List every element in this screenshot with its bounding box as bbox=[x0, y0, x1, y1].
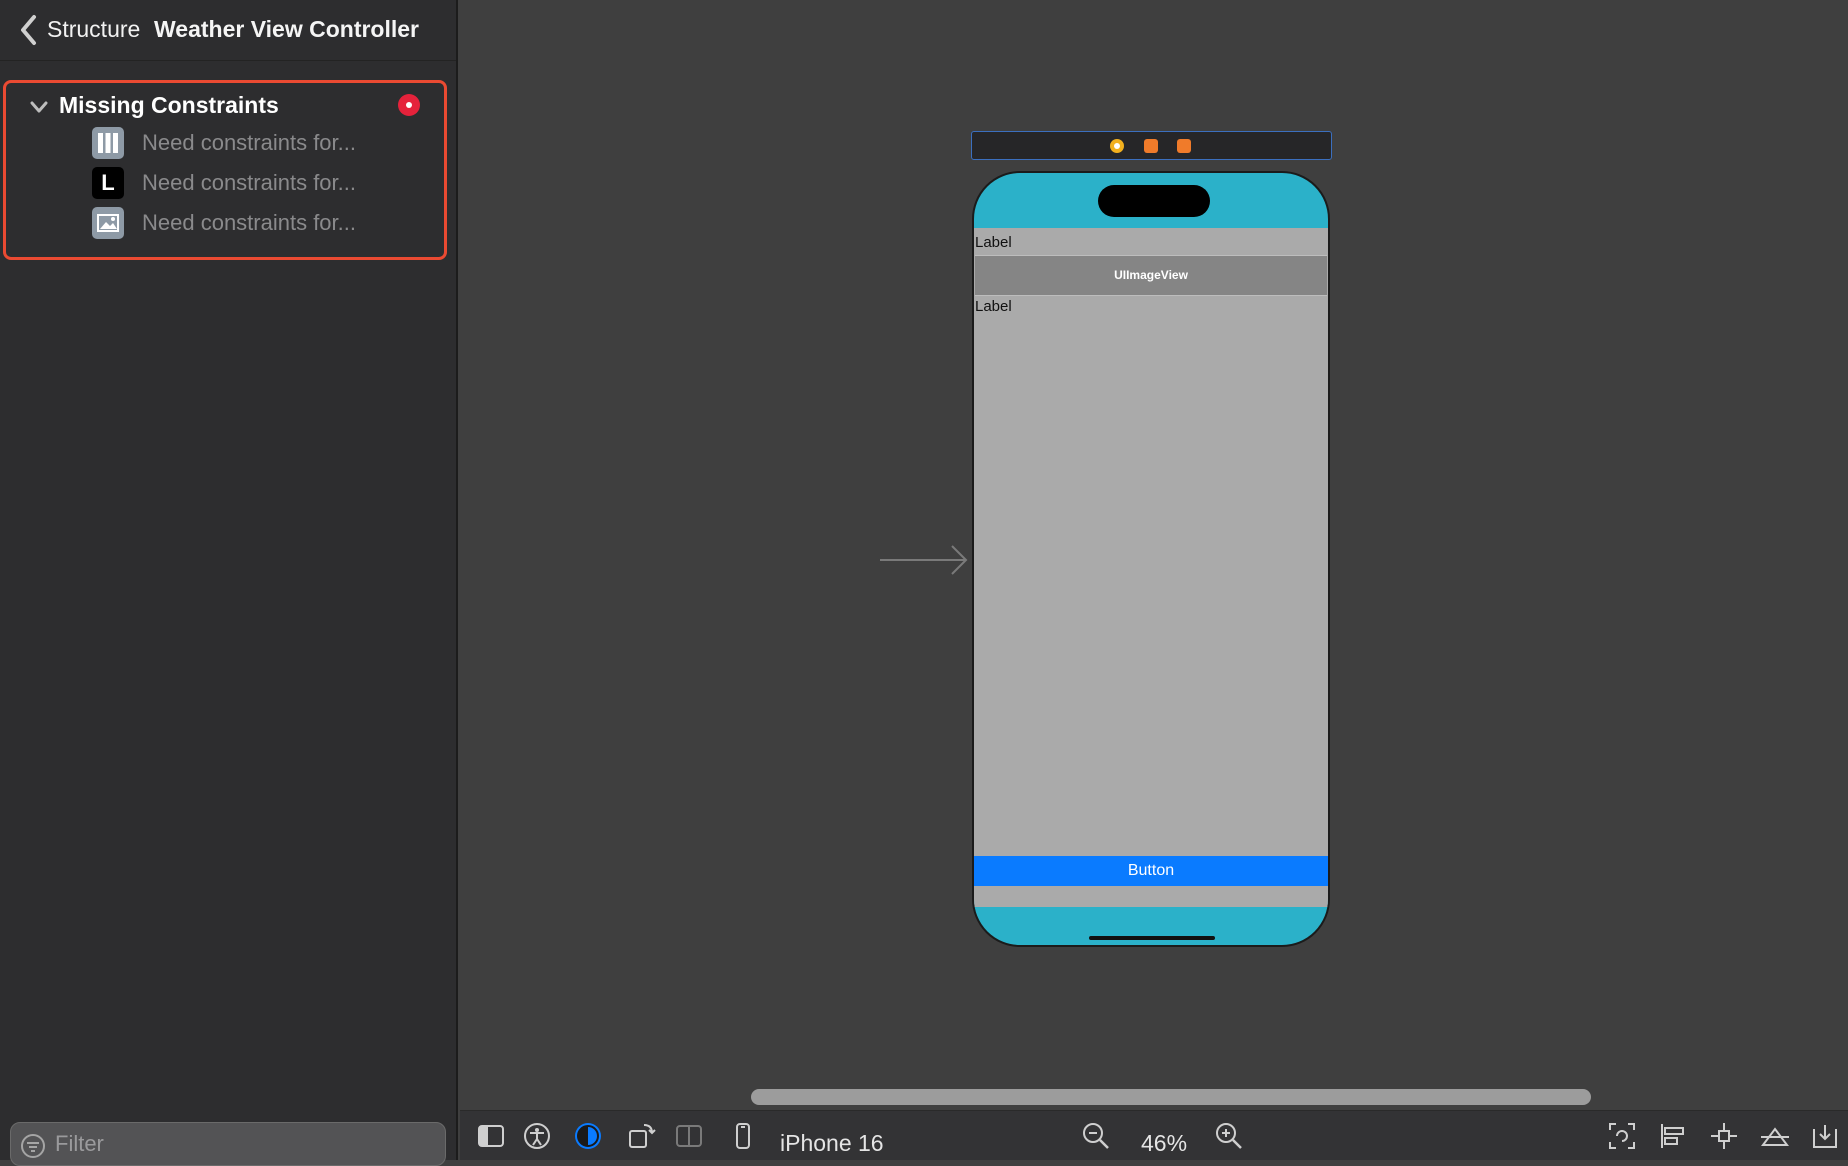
label-icon: L bbox=[92, 167, 124, 199]
view-controller-icon[interactable] bbox=[1110, 139, 1124, 153]
split-view-icon[interactable] bbox=[674, 1121, 704, 1151]
bottom-label[interactable]: Label bbox=[975, 298, 1012, 315]
document-outline-toggle-icon[interactable] bbox=[476, 1121, 506, 1151]
chevron-down-icon[interactable] bbox=[28, 95, 50, 119]
sidebar-header: Structure Weather View Controller bbox=[0, 0, 456, 61]
orientation-icon[interactable] bbox=[626, 1121, 656, 1151]
home-indicator bbox=[1089, 936, 1215, 940]
breadcrumb-structure[interactable]: Structure bbox=[47, 16, 140, 43]
scene-title: Weather View Controller bbox=[154, 16, 419, 42]
issue-text: Need constraints for... bbox=[142, 210, 356, 235]
appearance-toggle-icon[interactable] bbox=[573, 1121, 603, 1151]
iphone-scene[interactable]: Label UIImageView Label Button bbox=[972, 171, 1330, 947]
issue-item-label[interactable]: L Need constraints for... bbox=[88, 165, 428, 201]
issue-item-stack-view[interactable]: Need constraints for... bbox=[88, 125, 428, 161]
root-view[interactable]: Label UIImageView Label bbox=[974, 228, 1328, 907]
exit-icon[interactable] bbox=[1177, 139, 1191, 153]
align-icon[interactable] bbox=[1658, 1121, 1688, 1151]
initial-view-controller-arrow-icon[interactable] bbox=[880, 540, 970, 580]
image-view-icon bbox=[92, 207, 124, 239]
scene-button[interactable]: Button bbox=[974, 856, 1328, 886]
update-frames-icon[interactable] bbox=[1607, 1121, 1637, 1151]
device-icon[interactable] bbox=[728, 1121, 758, 1151]
issue-text: Need constraints for... bbox=[142, 170, 356, 195]
stack-view-icon bbox=[92, 127, 124, 159]
top-label[interactable]: Label bbox=[975, 234, 1012, 251]
first-responder-icon[interactable] bbox=[1144, 139, 1158, 153]
image-view[interactable]: UIImageView bbox=[975, 255, 1327, 296]
accessibility-icon[interactable] bbox=[522, 1121, 552, 1151]
zoom-level: 46% bbox=[1141, 1130, 1188, 1156]
canvas-bottom-toolbar: iPhone 16 46% bbox=[460, 1110, 1848, 1160]
embed-in-icon[interactable] bbox=[1810, 1121, 1840, 1151]
add-constraints-icon[interactable] bbox=[1709, 1121, 1739, 1151]
zoom-in-icon[interactable] bbox=[1214, 1121, 1244, 1151]
dynamic-island bbox=[1098, 185, 1210, 217]
device-selector[interactable]: iPhone 16 bbox=[780, 1130, 884, 1157]
filter-input[interactable] bbox=[53, 1129, 437, 1159]
document-outline-sidebar: Structure Weather View Controller Missin… bbox=[0, 0, 458, 1166]
issue-group-title[interactable]: Missing Constraints bbox=[59, 92, 279, 119]
issue-item-image-view[interactable]: Need constraints for... bbox=[88, 205, 428, 241]
resolve-issues-icon[interactable] bbox=[1760, 1121, 1790, 1151]
scene-dock bbox=[971, 131, 1332, 160]
filter-icon bbox=[21, 1134, 45, 1158]
error-badge-icon bbox=[398, 94, 420, 116]
back-chevron-icon[interactable] bbox=[16, 12, 42, 48]
missing-constraints-group: Missing Constraints Need constraints for… bbox=[3, 80, 447, 260]
zoom-out-icon[interactable] bbox=[1081, 1121, 1111, 1151]
horizontal-scrollbar[interactable] bbox=[751, 1089, 1591, 1105]
issue-text: Need constraints for... bbox=[142, 130, 356, 155]
filter-field[interactable] bbox=[10, 1122, 446, 1166]
